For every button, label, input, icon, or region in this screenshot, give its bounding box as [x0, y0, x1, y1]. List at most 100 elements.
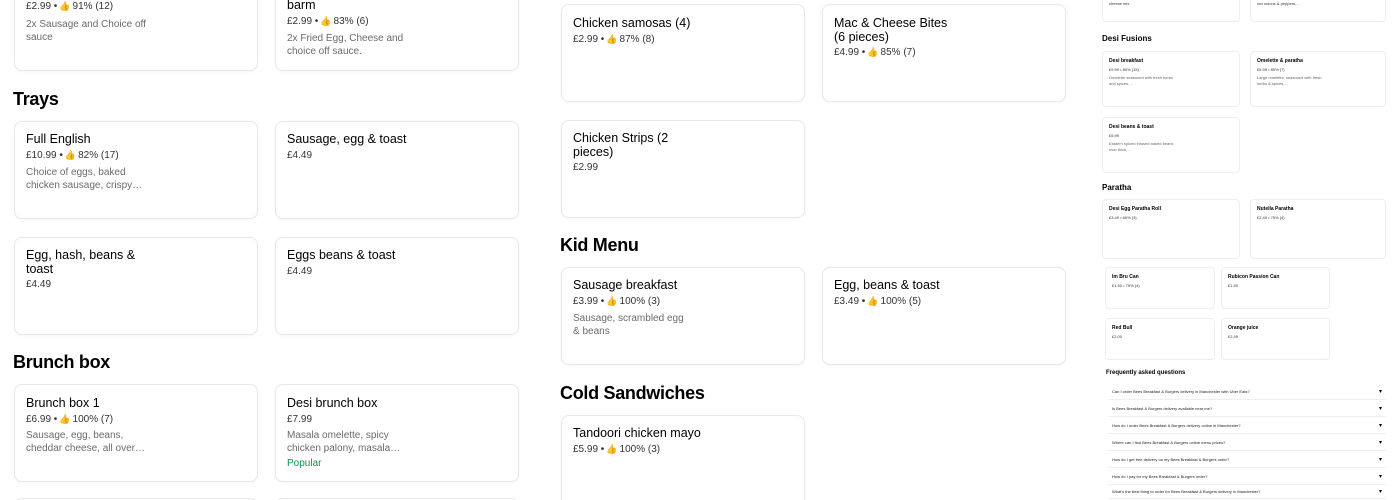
thumbs-up-icon: 👍 [606, 34, 618, 44]
section-heading-brunch-box: Brunch box [13, 352, 111, 372]
mini-item-meta: £2.49 [1228, 334, 1239, 339]
item-meta: £3.99 • 👍 100% (3) [573, 296, 660, 307]
mini-item-title: Red Bull [1112, 325, 1133, 331]
mini-item-desc: red onions & peppers,… [1257, 1, 1301, 6]
popular-badge: Popular [287, 458, 322, 469]
item-price: £3.99 • [573, 296, 605, 307]
item-title: Egg, hash, beans & toast [26, 248, 136, 276]
item-price: £2.99 • [287, 16, 319, 27]
menu-item-card[interactable]: Chicken samosas (4) £2.99 • 👍 87% (8) [561, 4, 805, 102]
mini-item-title: Im Bru Can [1112, 274, 1139, 280]
faq-item[interactable]: How do I get free delivery on my Bees Br… [1108, 451, 1386, 468]
item-title: Eggs beans & toast [287, 248, 396, 262]
menu-item-card[interactable]: Desi brunch box £7.99 Masala omelette, s… [275, 384, 519, 482]
mini-item-meta: £1.50 • 75% (4) [1112, 283, 1140, 288]
item-price: £7.99 [287, 414, 313, 425]
mini-menu-card[interactable]: Omelette & paratha £5.99 • 85% (7) Large… [1250, 51, 1386, 107]
mini-menu-card[interactable]: Rubicon Passion Can £1.50 [1221, 267, 1330, 309]
item-meta: £2.99 • 👍 91% (12) [26, 1, 113, 12]
mini-menu-card[interactable]: Red Bull £2.00 [1105, 318, 1215, 360]
section-heading-kid-menu: Kid Menu [560, 235, 639, 255]
mini-item-title: Rubicon Passion Can [1228, 274, 1280, 280]
mini-item-meta: £9.99 • 80% (15) [1109, 67, 1139, 72]
mini-item-title: Orange juice [1228, 325, 1259, 331]
menu-item-card[interactable]: Mac & Cheese Bites (6 pieces) £4.99 • 👍 … [822, 4, 1066, 102]
menu-item-card[interactable]: Sausage breakfast £3.99 • 👍 100% (3) Sau… [561, 267, 805, 365]
chevron-down-icon: ▾ [1378, 388, 1382, 395]
chevron-down-icon: ▾ [1378, 456, 1382, 463]
mini-item-desc: Omelette seasoned with fresh herbs and s… [1109, 75, 1174, 86]
faq-question: Can I order Bees Breakfast & Burgers del… [1112, 388, 1250, 394]
item-title: Chicken Strips (2 pieces) [573, 131, 669, 159]
mini-menu-card[interactable]: Orange juice £2.49 [1221, 318, 1330, 360]
mini-item-title: Desi breakfast [1109, 58, 1144, 64]
item-meta: £10.99 • 👍 82% (17) [26, 150, 119, 161]
mini-item-meta: £1.50 [1228, 283, 1239, 288]
chevron-down-icon: ▾ [1378, 473, 1382, 480]
menu-item-card[interactable]: Eggs beans & toast £4.49 [275, 237, 519, 335]
item-rating: 85% (7) [880, 47, 916, 58]
faq-item[interactable]: How do I order Bees Breakfast & Burgers … [1108, 417, 1386, 434]
item-price: £2.99 [573, 162, 599, 173]
mini-item-meta: £2.49 • 75% (4) [1257, 215, 1285, 220]
item-meta: £4.99 • 👍 85% (7) [834, 47, 916, 58]
item-description: Sausage, egg, beans, cheddar cheese, all… [26, 430, 145, 454]
faq-question: Where can I find Bees Breakfast & Burger… [1112, 439, 1226, 445]
mini-item-desc: Large omelette, seasoned with fresh herb… [1257, 75, 1322, 86]
item-rating: 100% (3) [619, 296, 661, 307]
thumbs-up-icon: 👍 [867, 47, 879, 57]
mini-item-title: Nutella Paratha [1257, 206, 1294, 212]
mini-item-meta: £3.49 • 66% (3) [1109, 215, 1137, 220]
item-price: £4.99 • [834, 47, 866, 58]
item-rating: 100% (3) [619, 444, 661, 455]
menu-item-card[interactable]: £2.99 • 👍 91% (12) 2x Sausage and Choice… [14, 0, 258, 71]
mini-menu-card[interactable]: cheese mix. [1102, 0, 1240, 22]
faq-item[interactable]: Where can I find Bees Breakfast & Burger… [1108, 434, 1386, 451]
mini-section-desi-fusions: Desi Fusions [1102, 34, 1152, 43]
faq-item[interactable]: What's the best thing to order for Bees … [1108, 485, 1386, 499]
thumbs-up-icon: 👍 [59, 1, 71, 11]
thumbs-up-icon: 👍 [59, 414, 71, 424]
mini-menu-card[interactable]: Nutella Paratha £2.49 • 75% (4) [1250, 199, 1386, 259]
mini-item-title: Desi beans & toast [1109, 124, 1154, 130]
item-meta: £2.99 • 👍 87% (8) [573, 34, 655, 45]
item-price: £5.99 • [573, 444, 605, 455]
item-description: Masala omelette, spicy chicken palony, m… [287, 430, 401, 454]
item-description: Sausage, scrambled egg & beans [573, 313, 684, 337]
faq-item[interactable]: Can I order Bees Breakfast & Burgers del… [1108, 383, 1386, 400]
faq-heading: Frequently asked questions [1106, 370, 1186, 376]
faq-question: How do I get free delivery on my Bees Br… [1112, 456, 1230, 462]
mini-item-desc: cheese mix. [1109, 1, 1131, 6]
item-title: Tandoori chicken mayo [573, 426, 701, 440]
faq-question: Is Bees Breakfast & Burgers delivery ava… [1112, 405, 1213, 411]
mini-menu-card[interactable]: Desi Egg Paratha Roll £3.49 • 66% (3) [1102, 199, 1240, 259]
chevron-down-icon: ▾ [1378, 422, 1382, 429]
thumbs-up-icon: 👍 [867, 296, 879, 306]
mini-menu-card[interactable]: Desi breakfast £9.99 • 80% (15) Omelette… [1102, 51, 1240, 107]
mini-menu-card[interactable]: red onions & peppers,… [1250, 0, 1386, 22]
menu-item-card[interactable]: Chicken Strips (2 pieces) £2.99 [561, 120, 805, 218]
mini-item-meta: £5.99 • 85% (7) [1257, 67, 1285, 72]
item-rating: 100% (7) [72, 414, 114, 425]
mini-menu-card[interactable]: Im Bru Can £1.50 • 75% (4) [1105, 267, 1215, 309]
faq-item[interactable]: How do I pay for my Bees Breakfast & Bur… [1108, 468, 1386, 485]
item-title: Sausage, egg & toast [287, 132, 407, 146]
menu-item-card[interactable]: Egg, beans & toast £3.49 • 👍 100% (5) [822, 267, 1066, 365]
menu-item-card[interactable]: Sausage, egg & toast £4.49 [275, 121, 519, 219]
mini-menu-card[interactable]: Desi beans & toast £5.99 Eastern spiced … [1102, 117, 1240, 173]
mini-item-title: Desi Egg Paratha Roll [1109, 206, 1161, 212]
faq-item[interactable]: Is Bees Breakfast & Burgers delivery ava… [1108, 400, 1386, 417]
item-description: 2x Sausage and Choice off sauce [26, 19, 146, 43]
item-price: £2.99 • [26, 1, 58, 12]
item-title: barm [287, 0, 316, 12]
menu-item-card[interactable]: barm £2.99 • 👍 83% (6) 2x Fried Egg, Che… [275, 0, 519, 71]
menu-item-card[interactable]: Brunch box 1 £6.99 • 👍 100% (7) Sausage,… [14, 384, 258, 482]
item-title: Egg, beans & toast [834, 278, 940, 292]
item-rating: 87% (8) [619, 34, 655, 45]
thumbs-up-icon: 👍 [64, 150, 77, 160]
menu-item-card[interactable]: Egg, hash, beans & toast £4.49 [14, 237, 258, 335]
menu-item-card[interactable]: Full English £10.99 • 👍 82% (17) Choice … [14, 121, 258, 219]
item-price: £4.49 [287, 150, 313, 161]
item-title: Chicken samosas (4) [573, 16, 691, 30]
menu-item-card[interactable]: Tandoori chicken mayo £5.99 • 👍 100% (3) [561, 415, 805, 500]
